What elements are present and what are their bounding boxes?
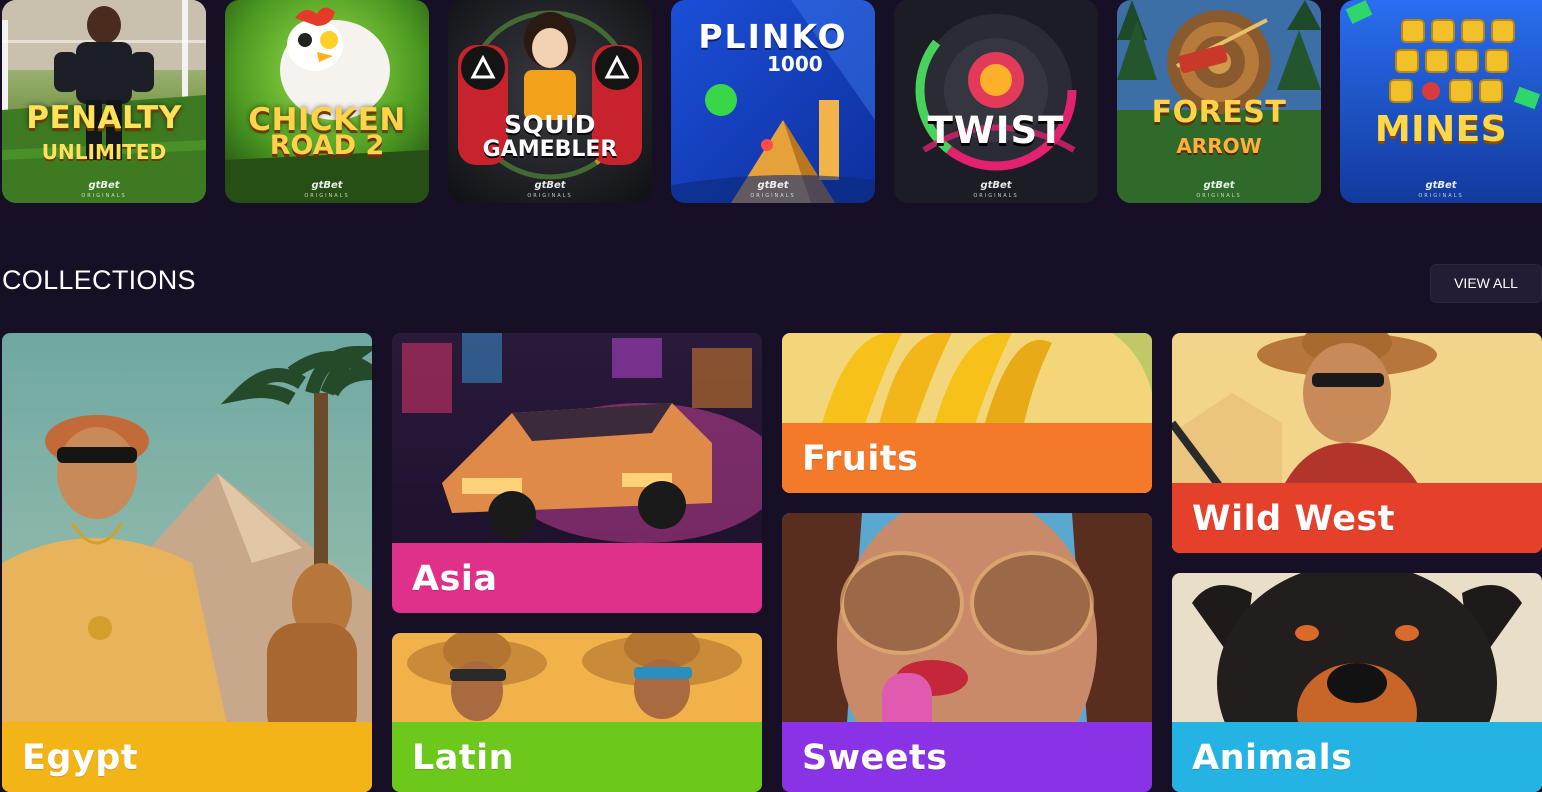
game-subtitle: ROAD 2 (269, 130, 385, 161)
game-subtitle: UNLIMITED (41, 140, 167, 164)
collection-label: Fruits (802, 439, 919, 479)
mines-artwork (1340, 0, 1542, 203)
game-tile-twist[interactable]: TWIST gtBet ORIGINALS (894, 0, 1098, 203)
collection-card-latin[interactable]: Latin (392, 633, 762, 792)
game-brand-sub: ORIGINALS (304, 193, 350, 199)
collections-section-title: COLLECTIONS (2, 265, 196, 295)
collection-label: Animals (1192, 738, 1353, 778)
game-tile-chicken-road-2[interactable]: CHICKEN ROAD 2 gtBet ORIGINALS (225, 0, 429, 203)
view-all-button[interactable]: VIEW ALL (1430, 264, 1542, 303)
squid-gamebler-artwork (448, 0, 652, 203)
game-brand-logo: gtBet (1425, 180, 1457, 191)
game-title: MINES (1374, 109, 1508, 150)
collection-card-sweets[interactable]: Sweets (782, 513, 1152, 792)
game-title: TWIST (927, 109, 1065, 152)
game-tile-mines[interactable]: MINES gtBet ORIGINALS (1340, 0, 1542, 203)
collection-card-animals[interactable]: Animals (1172, 573, 1542, 792)
game-brand-sub: ORIGINALS (81, 193, 127, 199)
collection-card-egypt[interactable]: Egypt (2, 333, 372, 792)
game-title: SQUID (503, 110, 597, 139)
collection-card-asia[interactable]: Asia (392, 333, 762, 613)
game-brand-logo: gtBet (980, 180, 1012, 191)
game-brand-logo: gtBet (534, 180, 566, 191)
game-brand-sub: ORIGINALS (750, 193, 796, 199)
collection-label: Latin (412, 738, 515, 778)
game-brand-logo: gtBet (1203, 180, 1235, 191)
collection-label: Egypt (22, 738, 139, 778)
game-tile-plinko-1000[interactable]: PLINKO 1000 gtBet ORIGINALS (671, 0, 875, 203)
game-subtitle: GAMEBLER (482, 137, 618, 162)
game-subtitle: 1000 (767, 52, 823, 76)
game-brand-sub: ORIGINALS (973, 193, 1019, 199)
collection-label: Wild West (1192, 499, 1395, 539)
game-brand-sub: ORIGINALS (1418, 193, 1464, 199)
casino-lobby-page: PENALTY UNLIMITED gtBet ORIGINALS CHICKE… (0, 0, 1542, 792)
game-brand-sub: ORIGINALS (1196, 193, 1242, 199)
game-brand-logo: gtBet (757, 180, 789, 191)
game-title: PENALTY (26, 100, 182, 136)
game-subtitle: ARROW (1176, 134, 1262, 158)
game-brand-logo: gtBet (311, 180, 343, 191)
game-brand-sub: ORIGINALS (527, 193, 573, 199)
game-tile-forest-arrow[interactable]: FOREST ARROW gtBet ORIGINALS (1117, 0, 1321, 203)
game-brand-logo: gtBet (88, 180, 120, 191)
twist-artwork (894, 0, 1098, 203)
collection-card-wild-west[interactable]: Wild West (1172, 333, 1542, 553)
game-tile-penalty-unlimited[interactable]: PENALTY UNLIMITED gtBet ORIGINALS (2, 0, 206, 203)
originals-games-row: PENALTY UNLIMITED gtBet ORIGINALS CHICKE… (2, 0, 1542, 204)
collection-card-fruits[interactable]: Fruits (782, 333, 1152, 493)
game-title: PLINKO (698, 17, 848, 56)
game-tile-squid-gamebler[interactable]: SQUID GAMEBLER gtBet ORIGINALS (448, 0, 652, 203)
game-title: FOREST (1151, 95, 1287, 130)
collection-label: Asia (412, 559, 498, 599)
collection-label: Sweets (802, 738, 948, 778)
